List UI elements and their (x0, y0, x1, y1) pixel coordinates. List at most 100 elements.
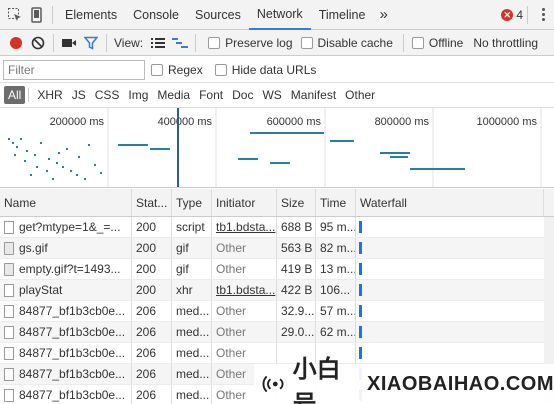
tab-network[interactable]: Network (248, 0, 311, 30)
overview-activity-mark (8, 138, 10, 140)
type-filter-manifest[interactable]: Manifest (287, 86, 340, 104)
checkbox-box[interactable] (214, 63, 227, 76)
table-row[interactable]: playStat 200 xhr tb1.bdsta... 422 B 106... (0, 280, 554, 301)
table-row[interactable]: 84877_bf1b3cb0e... 206 med... Other (0, 343, 554, 364)
overview-tick-label: 400000 ms (158, 116, 213, 128)
clear-button[interactable] (27, 32, 49, 54)
inspect-element-icon[interactable] (4, 4, 26, 26)
file-icon (4, 220, 14, 234)
request-name: gs.gif (19, 241, 48, 255)
hide-data-urls-checkbox[interactable]: Hide data URLs (214, 63, 316, 77)
offline-checkbox[interactable]: Offline (411, 36, 463, 50)
cell-waterfall (356, 217, 544, 237)
disable-cache-checkbox[interactable]: Disable cache (300, 36, 393, 50)
cell-initiator[interactable]: tb1.bdsta... (212, 217, 277, 237)
cell-name[interactable]: 84877_bf1b3cb0e... (0, 322, 132, 342)
overview-request-segment (330, 140, 354, 142)
table-row[interactable]: get?mtype=1&_=... 200 script tb1.bdsta... 68… (0, 217, 554, 238)
video-camera-icon (62, 38, 76, 47)
tab-sources[interactable]: Sources (187, 0, 249, 30)
type-filter-media[interactable]: Media (153, 86, 194, 104)
request-name: empty.gif?t=1493... (19, 262, 121, 276)
filter-input[interactable] (3, 59, 145, 80)
cell-size: 419 B (277, 259, 316, 279)
overview-activity-mark (70, 170, 72, 172)
type-filter-doc[interactable]: Doc (228, 86, 257, 104)
column-header-type[interactable]: Type (172, 189, 212, 216)
checkbox-box[interactable] (151, 63, 163, 76)
record-button[interactable] (5, 32, 27, 54)
cell-name[interactable]: get?mtype=1&_=... (0, 217, 132, 237)
capture-screenshots-button[interactable] (58, 32, 80, 54)
type-filter-all[interactable]: All (4, 86, 26, 104)
column-header-status[interactable]: Stat... (132, 189, 172, 216)
cell-waterfall (356, 238, 544, 258)
request-name: playStat (19, 283, 63, 297)
cell-initiator: Other (212, 259, 277, 279)
type-filter-xhr[interactable]: XHR (33, 86, 66, 104)
cell-time: 13 m... (316, 259, 356, 279)
column-header-size[interactable]: Size (277, 189, 316, 216)
cell-status: 206 (132, 364, 172, 384)
type-filter-js[interactable]: JS (68, 86, 90, 104)
type-filter-css[interactable]: CSS (91, 86, 124, 104)
checkbox-box[interactable] (411, 36, 424, 49)
device-mode-icon[interactable] (26, 4, 48, 26)
tab-console[interactable]: Console (125, 0, 187, 30)
overview-tick-label: 1000000 ms (476, 116, 537, 128)
overview-request-segment (270, 162, 290, 164)
cell-name[interactable]: empty.gif?t=1493... (0, 259, 132, 279)
regex-checkbox[interactable]: Regex (151, 63, 203, 77)
network-overview[interactable]: 200000 ms 400000 ms 600000 ms 800000 ms 1000… (0, 108, 554, 188)
request-name: 84877_bf1b3cb0e... (19, 388, 126, 402)
network-toolbar: View: Preserve log Disable cache Offline… (0, 30, 554, 56)
tab-elements[interactable]: Elements (57, 0, 125, 30)
request-name: 84877_bf1b3cb0e... (19, 304, 126, 318)
cell-initiator[interactable]: tb1.bdsta... (212, 280, 277, 300)
table-row[interactable]: empty.gif?t=1493... 200 gif Other 419 B 13 m.… (0, 259, 554, 280)
cell-name[interactable]: gs.gif (0, 238, 132, 258)
column-header-name[interactable]: Name (0, 189, 132, 216)
filter-toggle-button[interactable] (80, 32, 102, 54)
request-name: 84877_bf1b3cb0e... (19, 367, 126, 381)
checkbox-box[interactable] (300, 36, 313, 49)
cell-name[interactable]: 84877_bf1b3cb0e... (0, 343, 132, 363)
overview-activity-mark (14, 154, 16, 156)
cell-size: 688 B (277, 217, 316, 237)
table-row[interactable]: gs.gif 200 gif Other 563 B 82 m... (0, 238, 554, 259)
table-row[interactable]: 84877_bf1b3cb0e... 206 med... Other 32.9... 5… (0, 301, 554, 322)
type-filter-ws[interactable]: WS (258, 86, 285, 104)
column-header-initiator[interactable]: Initiator (212, 189, 277, 216)
overview-activity-mark (34, 154, 36, 156)
cell-name[interactable]: 84877_bf1b3cb0e... (0, 301, 132, 321)
waterfall-bar (359, 221, 362, 233)
table-row[interactable]: 84877_bf1b3cb0e... 206 med... Other 29.0... 6… (0, 322, 554, 343)
cell-type: gif (172, 238, 212, 258)
divider (195, 33, 197, 52)
overview-activity-mark (94, 164, 96, 166)
type-filter-font[interactable]: Font (195, 86, 227, 104)
file-icon (4, 325, 14, 339)
cell-name[interactable]: 84877_bf1b3cb0e... (0, 385, 132, 404)
overview-activity-mark (84, 178, 86, 180)
overview-view-icon[interactable] (169, 32, 191, 54)
type-filter-other[interactable]: Other (341, 86, 379, 104)
error-icon: ✕ (501, 8, 514, 21)
error-counter[interactable]: ✕ 4 (501, 8, 523, 22)
cell-status: 200 (132, 217, 172, 237)
preserve-log-checkbox[interactable]: Preserve log (208, 36, 293, 50)
cell-waterfall (356, 280, 544, 300)
checkbox-box[interactable] (208, 36, 221, 49)
tab-timeline[interactable]: Timeline (311, 0, 374, 30)
more-tabs-icon[interactable]: » (373, 6, 393, 23)
cell-name[interactable]: playStat (0, 280, 132, 300)
large-rows-view-icon[interactable] (147, 32, 169, 54)
customize-menu-icon[interactable] (536, 8, 550, 21)
column-header-time[interactable]: Time (316, 189, 356, 216)
cell-name[interactable]: 84877_bf1b3cb0e... (0, 364, 132, 384)
cell-initiator: Other (212, 322, 277, 342)
column-header-waterfall[interactable]: Waterfall (356, 189, 544, 216)
throttling-select[interactable]: No throttling (473, 36, 538, 50)
type-filter-img[interactable]: Img (124, 86, 152, 104)
overview-timeline[interactable]: 200000 ms 400000 ms 600000 ms 800000 ms 1000… (0, 108, 554, 188)
